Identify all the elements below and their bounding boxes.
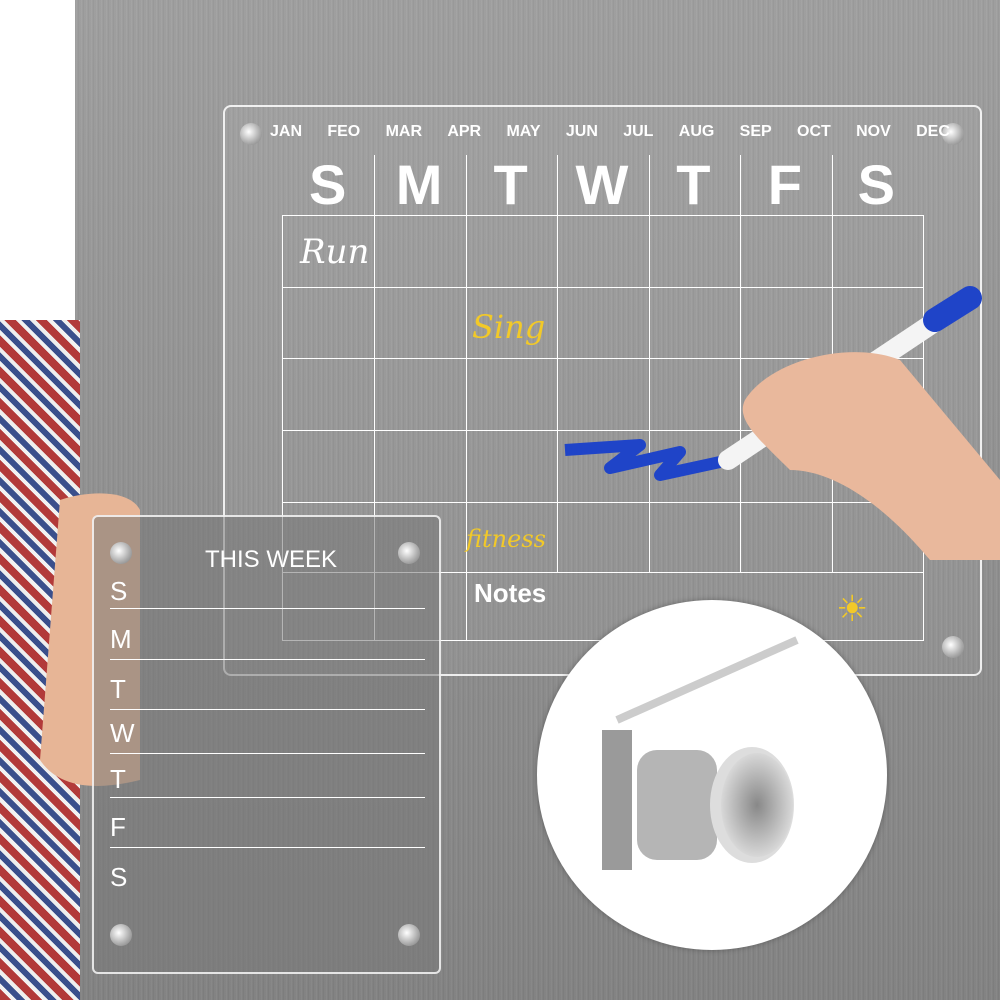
- magnet-pin: [398, 924, 420, 946]
- weekly-day-row: T: [110, 674, 425, 710]
- weekly-title: THIS WEEK: [205, 546, 338, 573]
- magnet-pin: [398, 542, 420, 564]
- magnet-pin: [110, 542, 132, 564]
- weekly-day-row: W: [110, 718, 425, 754]
- weekly-day-row: T: [110, 764, 425, 798]
- blue-scribble: [564, 439, 722, 481]
- weekly-day-row: S: [110, 862, 128, 892]
- weekly-day-row: S: [110, 576, 425, 609]
- magnet-detail-inset: [537, 600, 887, 950]
- magnet-pin: [110, 924, 132, 946]
- weekly-day-row: M: [110, 624, 425, 660]
- magnet-mount: [602, 636, 799, 870]
- weekly-day-row: F: [110, 812, 425, 848]
- hand: [742, 352, 1000, 560]
